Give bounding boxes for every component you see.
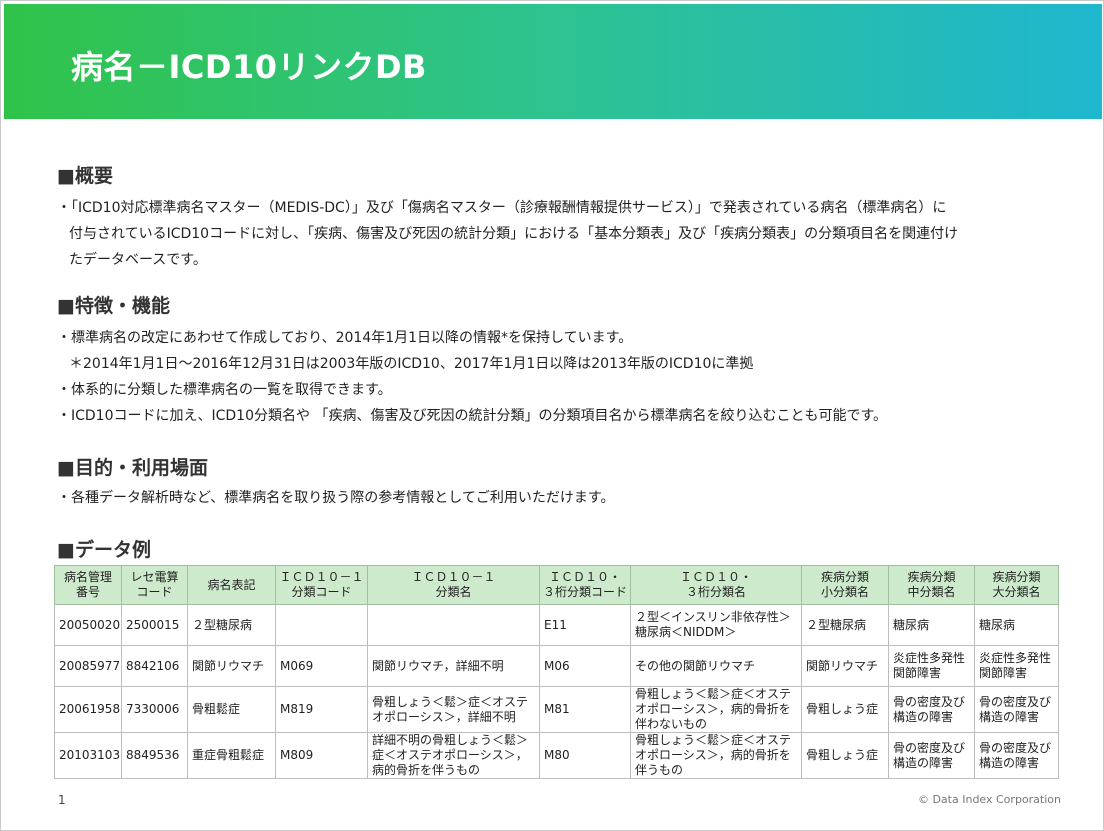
features-text: ・標準病名の改定にあわせて作成しており、2014年1月1日以降の情報*を保持して… [57,325,1057,429]
table-cell: 関節リウマチ [801,645,889,687]
table-cell: 7330006 [121,686,188,733]
table-cell: 20050020 [54,604,122,646]
table-header-row: 病名管理 番号 レセ電算 コード 病名表記 ＩＣＤ１０－１ 分類コード ＩＣＤ１… [54,565,1059,605]
overview-line: たデータベースです。 [69,252,207,268]
table-cell: 20103103 [54,732,122,779]
table-cell: M809 [275,732,368,779]
features-note: ＊2014年1月1日～2016年12月31日は2003年版のICD10、2017… [69,356,754,372]
column-header: 疾病分類 中分類名 [888,565,975,605]
table-cell: 炎症性多発性 関節障害 [888,645,975,687]
table-cell: M069 [275,645,368,687]
table-cell: その他の関節リウマチ [630,645,802,687]
table-cell: 炎症性多発性 関節障害 [974,645,1059,687]
table-cell: M80 [539,732,631,779]
overview-line: 付与されているICD10コードに対し、「疾病、傷害及び死因の統計分類」における「… [69,226,959,242]
heading-features: ■特徴・機能 [57,295,170,317]
table-cell: E11 [539,604,631,646]
page-title: 病名－ICD10リンクDB [71,48,427,86]
table-cell [367,604,540,646]
purpose-text: ・各種データ解析時など、標準病名を取り扱う際の参考情報としてご利用いただけます。 [57,485,1057,511]
table-cell: 8842106 [121,645,188,687]
table-row: 20050020 2500015 ２型糖尿病 E11 ２型＜インスリン非依存性＞… [54,604,1059,646]
heading-overview: ■概要 [57,165,113,187]
table-cell: 20085977 [54,645,122,687]
overview-line: ・「ICD10対応標準病名マスター（MEDIS-DC）」及び「傷病名マスター（診… [57,200,947,216]
column-header: ＩＣＤ１０・ ３桁分類コード [539,565,631,605]
table-cell: 骨粗しょう症 [801,732,889,779]
table-cell: 骨粗しょう＜鬆＞症＜オステ オポローシス＞，病的骨折を 伴わないもの [630,686,802,733]
column-header: 疾病分類 大分類名 [974,565,1059,605]
table-cell: 骨粗しょう症 [801,686,889,733]
table-cell: 詳細不明の骨粗しょう＜鬆＞ 症＜オステオポローシス＞， 病的骨折を伴うもの [367,732,540,779]
table-cell: 糖尿病 [974,604,1059,646]
features-line: ・標準病名の改定にあわせて作成しており、2014年1月1日以降の情報*を保持して… [57,330,633,346]
column-header: 疾病分類 小分類名 [801,565,889,605]
table-cell: 関節リウマチ，詳細不明 [367,645,540,687]
column-header: ＩＣＤ１０－１ 分類コード [275,565,368,605]
table-cell: 関節リウマチ [187,645,276,687]
table-row: 20103103 8849536 重症骨粗鬆症 M809 詳細不明の骨粗しょう＜… [54,732,1059,779]
overview-text: ・「ICD10対応標準病名マスター（MEDIS-DC）」及び「傷病名マスター（診… [57,195,1057,273]
heading-example: ■データ例 [57,539,151,561]
copyright: © Data Index Corporation [917,793,1061,806]
table-cell: 20061958 [54,686,122,733]
column-header: 病名管理 番号 [54,565,122,605]
table-cell: 重症骨粗鬆症 [187,732,276,779]
table-row: 20061958 7330006 骨粗鬆症 M819 骨粗しょう＜鬆＞症＜オステ… [54,686,1059,733]
column-header: ＩＣＤ１０－１ 分類名 [367,565,540,605]
table-cell: ２型＜インスリン非依存性＞ 糖尿病＜NIDDM＞ [630,604,802,646]
table-cell: ２型糖尿病 [187,604,276,646]
data-example-table: 病名管理 番号 レセ電算 コード 病名表記 ＩＣＤ１０－１ 分類コード ＩＣＤ１… [54,565,1059,779]
table-cell: M819 [275,686,368,733]
title-banner: 病名－ICD10リンクDB [4,4,1102,119]
column-header: ＩＣＤ１０・ ３桁分類名 [630,565,802,605]
purpose-line: ・各種データ解析時など、標準病名を取り扱う際の参考情報としてご利用いただけます。 [57,490,615,506]
table-cell: M81 [539,686,631,733]
page-number: 1 [58,793,66,807]
table-cell [275,604,368,646]
table-row: 20085977 8842106 関節リウマチ M069 関節リウマチ，詳細不明… [54,645,1059,687]
table-cell: 骨の密度及び 構造の障害 [888,686,975,733]
column-header: 病名表記 [187,565,276,605]
table-cell: ２型糖尿病 [801,604,889,646]
features-line: ・体系的に分類した標準病名の一覧を取得できます。 [57,382,392,398]
table-cell: 骨粗しょう＜鬆＞症＜オステ オポローシス＞，詳細不明 [367,686,540,733]
features-line: ・ICD10コードに加え、ICD10分類名や 「疾病、傷害及び死因の統計分類」の… [57,408,888,424]
heading-purpose: ■目的・利用場面 [57,457,208,479]
table-cell: 8849536 [121,732,188,779]
table-cell: 骨の密度及び 構造の障害 [974,732,1059,779]
table-cell: 糖尿病 [888,604,975,646]
table-cell: 2500015 [121,604,188,646]
table-cell: M06 [539,645,631,687]
table-cell: 骨粗しょう＜鬆＞症＜オステ オポローシス＞，病的骨折を 伴うもの [630,732,802,779]
column-header: レセ電算 コード [121,565,188,605]
slide: 病名－ICD10リンクDB ■概要 ・「ICD10対応標準病名マスター（MEDI… [0,0,1104,831]
table-cell: 骨粗鬆症 [187,686,276,733]
table-cell: 骨の密度及び 構造の障害 [888,732,975,779]
table-cell: 骨の密度及び 構造の障害 [974,686,1059,733]
